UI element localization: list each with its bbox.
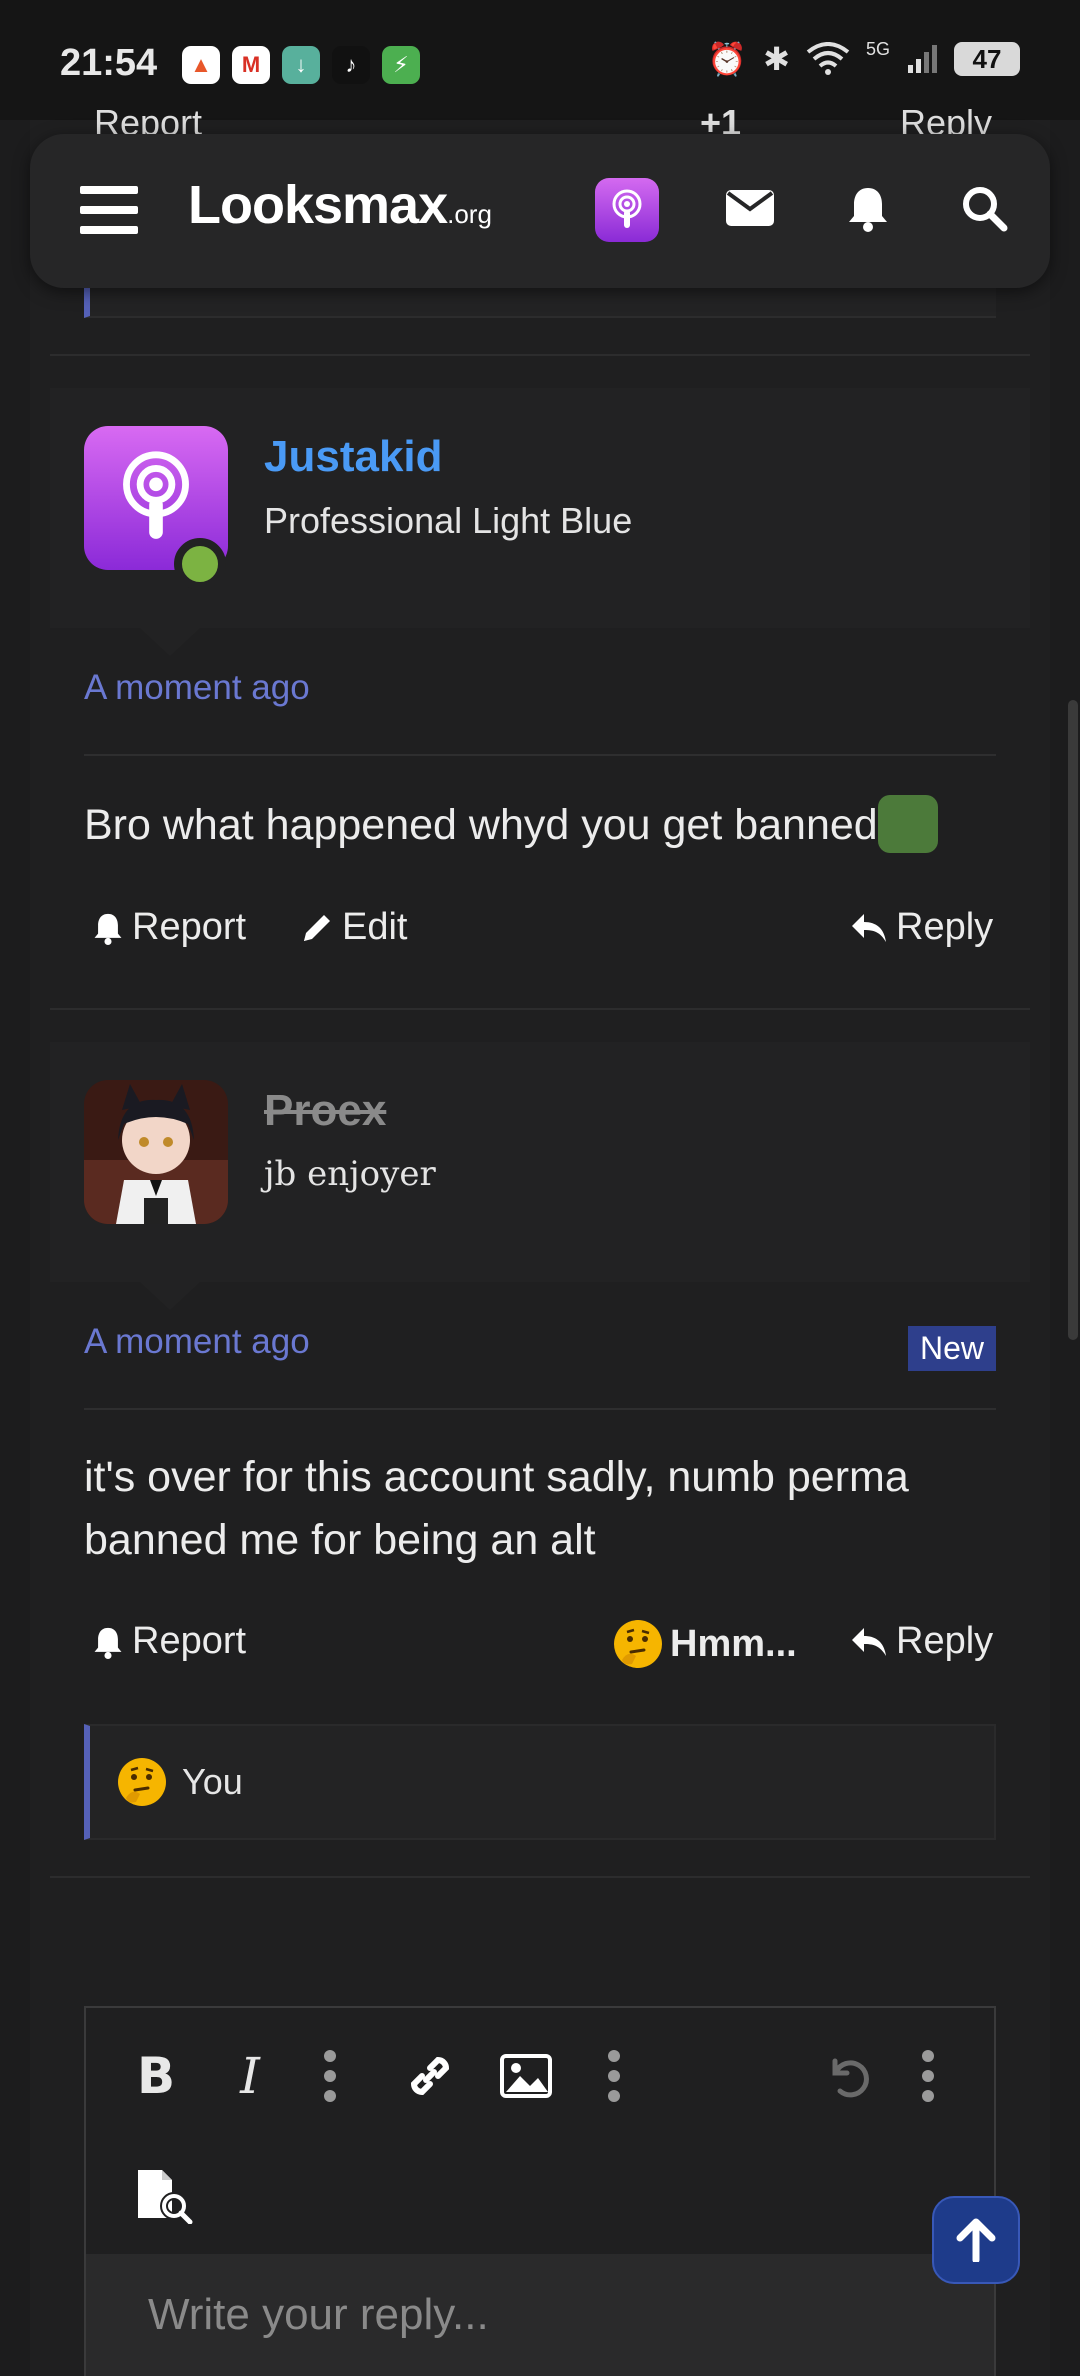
user-title: jb enjoyer [264,1154,436,1194]
podcast-icon[interactable] [595,178,659,242]
more-options-button[interactable] [898,2046,958,2106]
more-insert-button[interactable] [584,2046,644,2106]
thinking-emoji-icon [118,1758,166,1806]
preview-icon[interactable] [134,2168,194,2228]
top-navigation: Looksmax.org [30,134,1050,288]
network-label: 5G [865,38,890,59]
bold-icon[interactable]: B [126,2046,186,2106]
inbox-icon[interactable] [720,178,780,238]
italic-icon[interactable]: I [220,2046,280,2106]
bell-icon [94,913,122,945]
post-user-block: Proex jb enjoyer [50,1042,1030,1310]
reaction-button[interactable]: Hmm... [614,1620,797,1668]
download-icon: ↓ [282,46,320,84]
online-indicator [174,538,226,590]
card-arrow [140,1282,200,1310]
bell-icon [94,1627,122,1659]
post-separator [84,754,996,756]
reply-button[interactable]: Reply [850,906,993,949]
system-icons: ⏰ ✱ 5G 47 [707,38,1020,78]
page-scrollbar[interactable] [1068,700,1078,1340]
battery-indicator: 47 [954,42,1020,76]
editor-toolbar: B I [86,2008,994,2138]
bell-icon[interactable] [838,178,898,238]
arrow-up-icon [956,2218,996,2262]
thinking-emoji-icon [614,1620,662,1668]
bluetooth-icon: ✱ [763,41,790,77]
more-formatting-button[interactable] [300,2046,360,2106]
post-divider [50,1876,1030,1878]
anime-avatar-image [84,1080,228,1224]
post-body: it's over for this account sadly, numb p… [84,1453,909,1564]
search-icon[interactable] [954,178,1014,238]
reply-button[interactable]: Reply [850,1620,993,1663]
post-timestamp[interactable]: A moment ago [84,668,310,708]
image-icon[interactable] [496,2046,556,2106]
avatar[interactable] [84,1080,228,1224]
post-separator [84,1408,996,1410]
scroll-to-top-button[interactable] [932,2196,1020,2284]
alarm-icon: ⏰ [707,41,748,77]
shield-icon: ⚡ [382,46,420,84]
reaction-summary[interactable]: You [84,1724,996,1840]
reply-icon [852,913,886,942]
menu-icon[interactable] [80,186,138,234]
pepe-emoji-icon [877,794,938,853]
brave-icon: ▲ [182,46,220,84]
link-icon[interactable] [400,2046,460,2106]
reply-editor: B I Write your reply... [84,2006,996,2376]
undo-icon[interactable] [818,2046,878,2106]
site-logo[interactable]: Looksmax.org [188,174,492,236]
username[interactable]: Justakid [264,432,443,482]
pencil-icon [304,914,330,941]
status-time: 21:54 [60,42,158,84]
gmail-icon: M [232,46,270,84]
report-button[interactable]: Report [92,1620,246,1663]
wifi-icon [806,42,850,75]
report-button[interactable]: Report [92,906,246,949]
edit-button[interactable]: Edit [300,906,407,949]
reply-icon [852,1627,886,1656]
reply-input[interactable]: Write your reply... [86,2254,994,2376]
post-divider [50,1008,1030,1010]
reaction-user-label: You [182,1761,243,1802]
tiktok-icon: ♪ [332,46,370,84]
user-title: Professional Light Blue [264,500,633,541]
post-divider [50,354,1030,356]
post-user-block: Justakid Professional Light Blue [50,388,1030,656]
card-arrow [140,628,200,656]
signal-icon [908,45,937,73]
new-badge: New [907,1326,996,1371]
notification-icons: ▲ M ↓ ♪ ⚡ [182,46,420,84]
username[interactable]: Proex [264,1086,386,1136]
post-body: Bro what happened whyd you get banned [84,794,996,857]
post-timestamp[interactable]: A moment ago [84,1322,310,1362]
